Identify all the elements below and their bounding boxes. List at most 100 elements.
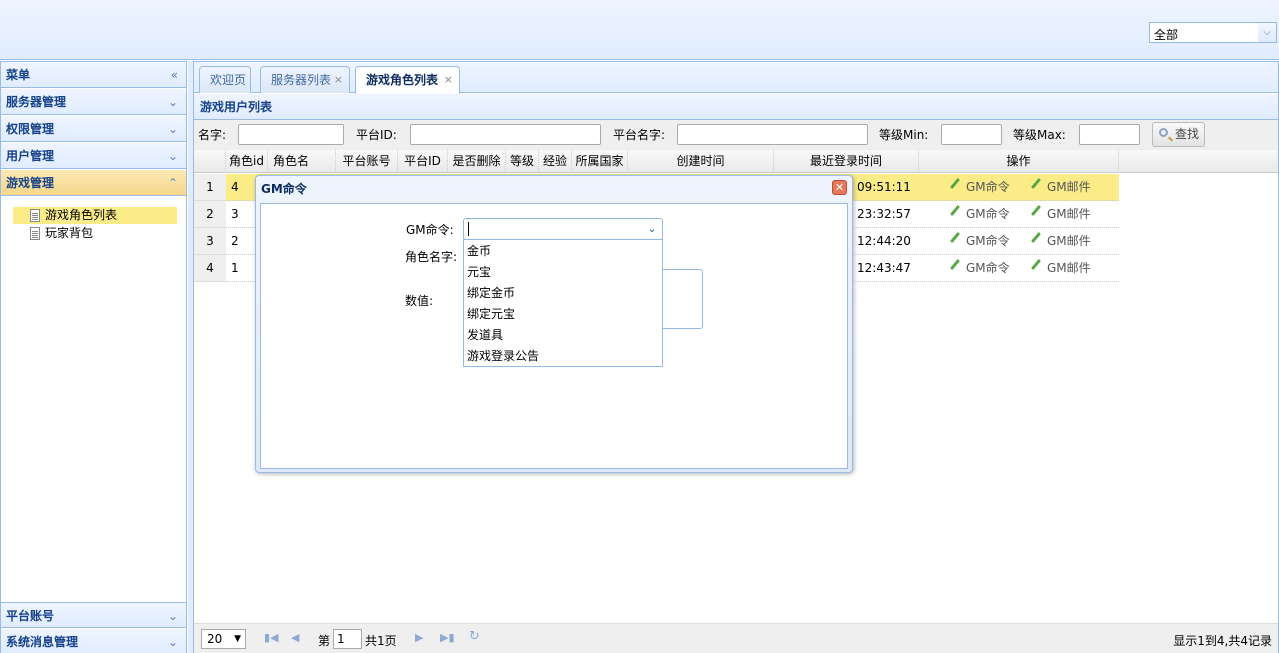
first-page-icon[interactable]: ▮◀ [264,631,279,644]
column-header: 操作 [919,150,1119,173]
gm-mail-link[interactable]: GM邮件 [1028,228,1091,255]
dropdown-option[interactable]: 元宝 [464,262,662,283]
dropdown-option[interactable]: 金币 [464,241,662,262]
column-header[interactable]: 平台账号 [336,150,398,173]
tab-label: 游戏角色列表 [366,73,439,87]
tab-welcome[interactable]: 欢迎页 [199,66,251,93]
level-min-input[interactable] [941,124,1002,145]
gm-mail-link[interactable]: GM邮件 [1028,174,1091,201]
platform-id-label: 平台ID: [356,128,397,142]
dropdown-option[interactable]: 绑定元宝 [464,304,662,325]
tree-item-game-role-list[interactable]: 游戏角色列表 [13,207,177,224]
expand-icon: ⌄ [167,95,178,109]
sidebar-section-label: 权限管理 [6,122,55,136]
sidebar-section-permission-management[interactable]: 权限管理 ⌄ [1,116,186,142]
chevron-down-icon[interactable]: ⌵ [1258,23,1276,42]
column-header[interactable]: 最近登录时间 [774,150,919,173]
page-number-input[interactable]: 1 [333,629,362,649]
sidebar-section-label: 用户管理 [6,149,55,163]
pencil-icon [1030,258,1042,271]
gm-command-label: GM命令 [966,180,1010,194]
prev-page-icon[interactable]: ◀ [291,631,299,644]
column-header[interactable]: 等级 [506,150,539,173]
column-header[interactable]: 创建时间 [628,150,774,173]
tab-game-role-list[interactable]: 游戏角色列表 × [355,66,460,94]
sidebar-section-label: 平台账号 [6,609,55,623]
cell-last-login: 09:51:11 [857,180,911,194]
cell-role-id: 2 [231,234,239,248]
gm-mail-link[interactable]: GM邮件 [1028,255,1091,282]
cell-role-id: 3 [231,207,239,221]
tree-item-player-backpack[interactable]: 玩家背包 [13,225,177,242]
close-icon[interactable]: × [334,67,343,93]
gm-mail-link[interactable]: GM邮件 [1028,201,1091,228]
server-select-value: 全部 [1154,28,1179,42]
dropdown-option[interactable]: 游戏登录公告 [464,346,662,367]
sidebar-section-user-management[interactable]: 用户管理 ⌄ [1,143,186,169]
gm-command-link[interactable]: GM命令 [947,201,1010,228]
row-number: 3 [194,228,226,255]
expand-icon: ⌄ [167,635,178,649]
sidebar-section-server-management[interactable]: 服务器管理 ⌄ [1,89,186,115]
server-select[interactable]: 全部 ⌵ [1149,22,1277,43]
gm-command-label: GM命令 [966,207,1010,221]
sidebar-tree: 游戏角色列表 玩家背包 [1,197,186,602]
gm-command-dialog: GM命令 ✕ GM命令: 角色名字: 数值: ⌄ 金币 元宝 绑定金币 绑定元宝… [255,175,853,473]
column-header[interactable]: 是否删除 [448,150,506,173]
gm-command-link[interactable]: GM命令 [947,255,1010,282]
name-input[interactable] [238,124,344,145]
next-page-icon[interactable]: ▶ [415,631,423,644]
gm-command-dropdown-list: 金币 元宝 绑定金币 绑定元宝 发道具 游戏登录公告 [463,239,663,367]
collapse-icon: ⌃ [167,176,178,190]
search-button[interactable]: 查找 [1152,122,1205,147]
cell-last-login: 12:44:20 [857,234,911,248]
file-icon [30,227,40,240]
search-icon [1159,128,1168,137]
dialog-body: GM命令: 角色名字: 数值: ⌄ 金币 元宝 绑定金币 绑定元宝 发道具 游戏… [260,203,848,469]
column-header[interactable]: 角色名 [268,150,336,173]
page-size-select[interactable]: 20 ▼ [201,629,246,649]
sidebar-section-system-messages[interactable]: 系统消息管理 ⌄ [1,629,186,653]
column-header[interactable]: 角色id [226,150,268,173]
tab-server-list[interactable]: 服务器列表 × [260,66,350,93]
pencil-icon [949,204,961,217]
tab-strip: 欢迎页 服务器列表 × 游戏角色列表 × [194,62,1278,94]
sidebar-section-label: 服务器管理 [6,95,67,109]
tree-item-label: 游戏角色列表 [45,208,118,222]
expand-icon: ⌄ [167,149,178,163]
rownum-header [194,150,226,173]
platform-name-label: 平台名字: [613,128,666,142]
close-icon[interactable]: × [444,67,453,93]
column-header[interactable]: 所属国家 [572,150,628,173]
column-header[interactable]: 平台ID [398,150,448,173]
collapse-left-icon[interactable]: « [171,62,178,88]
column-header[interactable]: 经验 [539,150,572,173]
level-max-input[interactable] [1079,124,1140,145]
gm-mail-label: GM邮件 [1047,207,1091,221]
sidebar-section-game-management[interactable]: 游戏管理 ⌃ [1,170,186,196]
close-icon[interactable]: ✕ [832,180,847,195]
page-total: 共1页 [365,634,397,648]
platform-name-input[interactable] [677,124,868,145]
gm-command-link[interactable]: GM命令 [947,174,1010,201]
dialog-title: GM命令 [261,182,307,196]
sidebar-section-platform-account[interactable]: 平台账号 ⌄ [1,602,186,628]
sidebar-section-label: 游戏管理 [6,176,55,190]
dropdown-option[interactable]: 发道具 [464,325,662,346]
gm-command-combo[interactable]: ⌄ [463,218,663,240]
gm-command-label: GM命令: [406,223,454,237]
search-button-label: 查找 [1175,127,1200,141]
value-label: 数值: [405,294,434,308]
sidebar-section-label: 系统消息管理 [6,635,79,649]
cell-last-login: 23:32:57 [857,207,911,221]
chevron-down-icon[interactable]: ⌄ [644,220,660,238]
refresh-icon[interactable]: ↻ [469,629,480,644]
row-number: 1 [194,174,226,201]
gm-command-link[interactable]: GM命令 [947,228,1010,255]
dropdown-arrow-icon: ▼ [234,634,241,644]
dropdown-option[interactable]: 绑定金币 [464,283,662,304]
cell-role-id: 1 [231,261,239,275]
platform-id-input[interactable] [410,124,601,145]
cell-role-id: 4 [231,180,239,194]
last-page-icon[interactable]: ▶▮ [440,631,455,644]
